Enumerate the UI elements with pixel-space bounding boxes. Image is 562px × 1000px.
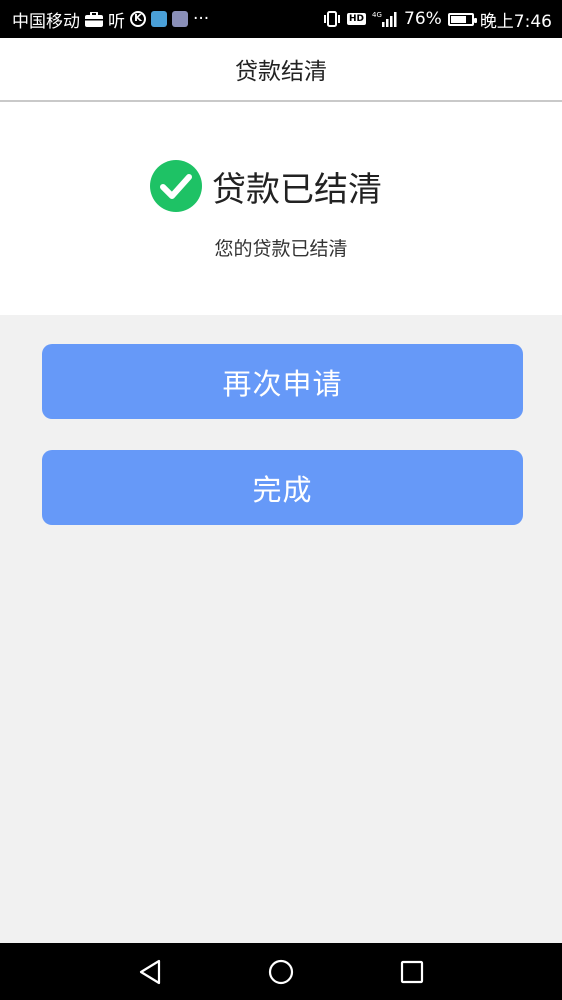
status-left: 中国移动 听 K ··· [12, 7, 209, 32]
vibrate-icon [323, 11, 341, 27]
done-button[interactable]: 完成 [42, 450, 523, 525]
media-app-icon [151, 11, 167, 27]
battery-percent: 76% [404, 9, 442, 29]
alarm-app-icon [172, 11, 188, 27]
back-triangle-icon[interactable] [130, 952, 170, 992]
title-bar: 贷款结清 [0, 38, 562, 102]
recents-square-icon[interactable] [392, 952, 432, 992]
ting-app-icon: 听 [108, 11, 125, 32]
signal-icon: 4G [372, 10, 398, 28]
result-panel: 贷款已结清 您的贷款已结清 [0, 102, 562, 315]
result-header: 贷款已结清 [150, 160, 382, 212]
battery-icon [447, 12, 477, 26]
status-right: HD 4G 76% 晚上7:46 [323, 7, 552, 32]
battery-fill [450, 15, 466, 23]
more-notifications-icon: ··· [193, 9, 210, 29]
briefcase-icon [85, 11, 103, 27]
result-title: 贷款已结清 [212, 169, 382, 210]
home-circle-icon[interactable] [261, 952, 301, 992]
result-subtitle: 您的贷款已结清 [214, 238, 348, 260]
clock: 晚上7:46 [479, 11, 552, 32]
carrier-label: 中国移动 [12, 11, 80, 32]
network-type-label: 4G [372, 11, 382, 19]
status-bar: 中国移动 听 K ··· HD 4G 76% 晚上7:46 [0, 0, 562, 38]
k-app-icon: K [130, 11, 146, 27]
reapply-button[interactable]: 再次申请 [42, 344, 523, 419]
system-nav-bar [0, 943, 562, 1000]
hd-voice-icon: HD [347, 13, 367, 25]
check-circle-icon [150, 160, 202, 212]
page-title: 贷款结清 [235, 59, 327, 85]
